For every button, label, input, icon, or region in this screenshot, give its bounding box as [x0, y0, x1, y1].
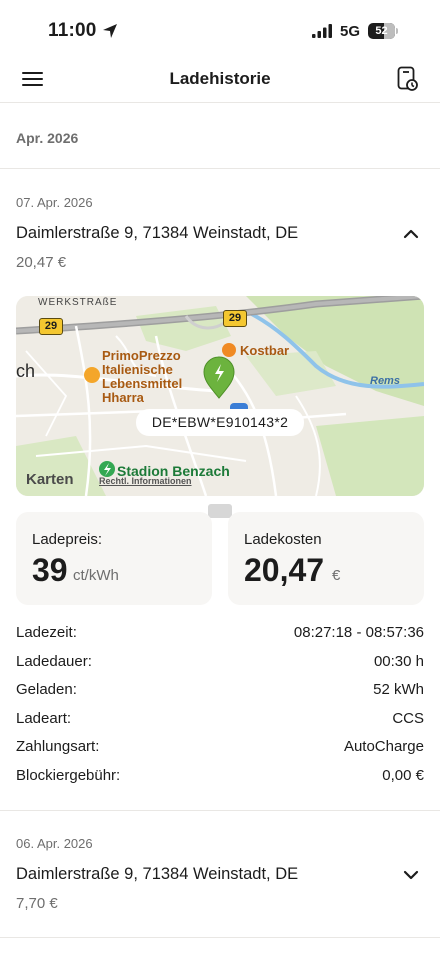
price-card-unit: ct/kWh	[73, 567, 119, 584]
detail-value: AutoCharge	[343, 738, 424, 755]
detail-value: CCS	[392, 710, 424, 727]
cost-card-label: Ladekosten	[244, 531, 322, 548]
price-card: Ladepreis: 39 ct/kWh	[16, 512, 212, 605]
entry-date: 06. Apr. 2026	[16, 836, 93, 851]
chevron-down-icon[interactable]	[401, 865, 421, 885]
network-type: 5G	[340, 23, 361, 40]
entry-date: 07. Apr. 2026	[16, 195, 93, 210]
detail-label: Geladen:	[16, 681, 77, 698]
location-arrow-icon	[103, 24, 117, 38]
detail-label: Ladezeit:	[16, 624, 77, 641]
road-number-badge: 29	[223, 310, 247, 327]
entry-address: Daimlerstraße 9, 71384 Weinstadt, DE	[16, 224, 299, 242]
detail-value: 0,00 €	[382, 767, 424, 784]
cost-card: Ladekosten 20,47 €	[228, 512, 424, 605]
entry-price: 7,70 €	[16, 895, 58, 912]
detail-value: 08:27:18 - 08:57:36	[293, 624, 424, 641]
price-card-value: 39	[32, 552, 68, 588]
entry-price: 20,47 €	[16, 254, 67, 271]
map-poi-label: Kostbar	[240, 343, 290, 358]
detail-row: Ladeart: CCS	[16, 710, 424, 732]
road-number-badge: 29	[39, 318, 63, 335]
entry-address: Daimlerstraße 9, 71384 Weinstadt, DE	[16, 865, 299, 883]
month-header: Apr. 2026	[16, 130, 79, 146]
detail-label: Ladeart:	[16, 710, 72, 727]
drag-handle[interactable]	[208, 504, 232, 518]
detail-label: Blockiergebühr:	[16, 767, 121, 784]
cost-card-value: 20,47	[244, 552, 325, 588]
price-card-label: Ladepreis:	[32, 531, 103, 548]
section-divider	[0, 168, 440, 169]
chevron-up-icon[interactable]	[401, 224, 421, 244]
status-time: 11:00	[48, 20, 97, 41]
app-header: Ladehistorie	[0, 56, 440, 102]
cost-card-unit: €	[332, 567, 341, 584]
detail-row: Ladezeit: 08:27:18 - 08:57:36	[16, 624, 424, 646]
map-street-label: WERKSTRAßE	[38, 297, 118, 308]
entry-divider	[0, 810, 440, 811]
phone-document-icon[interactable]	[397, 66, 419, 92]
battery-icon: 52	[368, 23, 398, 39]
entry-divider	[0, 937, 440, 938]
map-river-label: Rems	[370, 375, 400, 387]
page-title: Ladehistorie	[169, 69, 271, 88]
cellular-signal-icon	[312, 24, 332, 38]
detail-value: 00:30 h	[373, 653, 424, 670]
legal-info-link[interactable]: Rechtl. Informationen	[99, 476, 192, 486]
station-id-tag: DE*EBW*E910143*2	[136, 409, 304, 436]
detail-row: Blockiergebühr: 0,00 €	[16, 767, 424, 789]
map-place-label: ch	[16, 361, 36, 381]
header-divider	[0, 102, 440, 103]
battery-level: 52	[375, 25, 388, 37]
detail-row: Ladedauer: 00:30 h	[16, 653, 424, 675]
map-poi-label: PrimoPrezzo Italienische Lebensmittel Hh…	[102, 348, 183, 405]
detail-row: Zahlungsart: AutoCharge	[16, 738, 424, 760]
detail-label: Zahlungsart:	[16, 738, 100, 755]
status-bar: 11:00 5G 52	[0, 0, 440, 56]
detail-value: 52 kWh	[373, 681, 424, 698]
station-map[interactable]: WERKSTRAßE 29 29 ch PrimoPrezzo Italieni…	[16, 296, 424, 496]
detail-row: Geladen: 52 kWh	[16, 681, 424, 703]
detail-label: Ladedauer:	[16, 653, 92, 670]
maps-attribution: Karten	[26, 471, 74, 488]
